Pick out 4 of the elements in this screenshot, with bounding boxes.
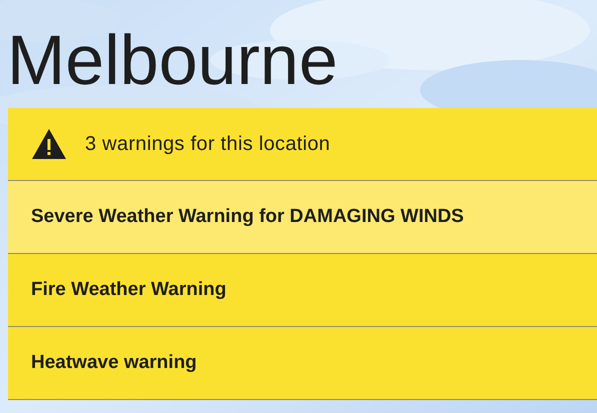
city-title: Melbourne [6, 20, 339, 101]
warning-link[interactable]: Severe Weather Warning for DAMAGING WINDS [8, 181, 597, 254]
warnings-summary: 3 warnings for this location [85, 132, 330, 156]
warning-icon [31, 128, 67, 160]
